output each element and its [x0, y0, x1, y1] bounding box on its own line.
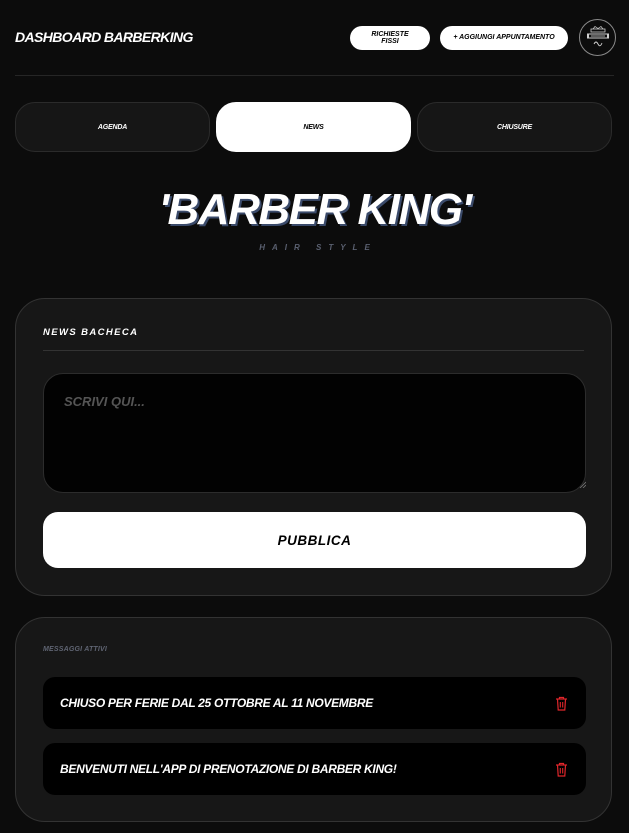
news-text-input[interactable] — [43, 373, 586, 493]
news-heading: NEWS BACHECA — [43, 327, 584, 351]
message-item: CHIUSO PER FERIE DAL 25 OTTOBRE AL 11 NO… — [43, 677, 586, 729]
brand-header: 'BARBER KING' HAIR STYLE — [0, 185, 629, 253]
richieste-fissi-button[interactable]: RICHIESTE FISSI — [350, 25, 430, 50]
add-appointment-button[interactable]: + AGGIUNGI APPUNTAMENTO — [440, 25, 568, 50]
resize-grip-icon[interactable] — [579, 481, 586, 488]
header-actions: RICHIESTE FISSI + AGGIUNGI APPUNTAMENTO — [350, 19, 616, 56]
message-item: BENVENUTI NELL'APP DI PRENOTAZIONE DI BA… — [43, 743, 586, 795]
tab-agenda[interactable]: AGENDA — [15, 102, 210, 152]
tab-news[interactable]: NEWS — [216, 102, 411, 152]
tab-bar: AGENDA NEWS CHIUSURE — [15, 102, 612, 152]
message-text: CHIUSO PER FERIE DAL 25 OTTOBRE AL 11 NO… — [60, 696, 373, 710]
brand-subtitle: HAIR STYLE — [259, 243, 377, 252]
news-card: NEWS BACHECA PUBBLICA — [15, 298, 612, 596]
top-bar: DASHBOARD BARBERKING RICHIESTE FISSI + A… — [15, 0, 616, 76]
barber-king-logo-icon — [579, 19, 616, 56]
publish-button[interactable]: PUBBLICA — [43, 512, 586, 568]
active-messages-label: MESSAGGI ATTIVI — [43, 646, 108, 653]
trash-icon[interactable] — [554, 761, 568, 777]
active-messages-card: MESSAGGI ATTIVI CHIUSO PER FERIE DAL 25 … — [15, 617, 612, 822]
tab-chiusure[interactable]: CHIUSURE — [417, 102, 612, 152]
brand-title: 'BARBER KING' — [158, 185, 472, 234]
app-title: DASHBOARD BARBERKING — [15, 29, 193, 45]
trash-icon[interactable] — [554, 695, 568, 711]
message-text: BENVENUTI NELL'APP DI PRENOTAZIONE DI BA… — [60, 762, 397, 776]
